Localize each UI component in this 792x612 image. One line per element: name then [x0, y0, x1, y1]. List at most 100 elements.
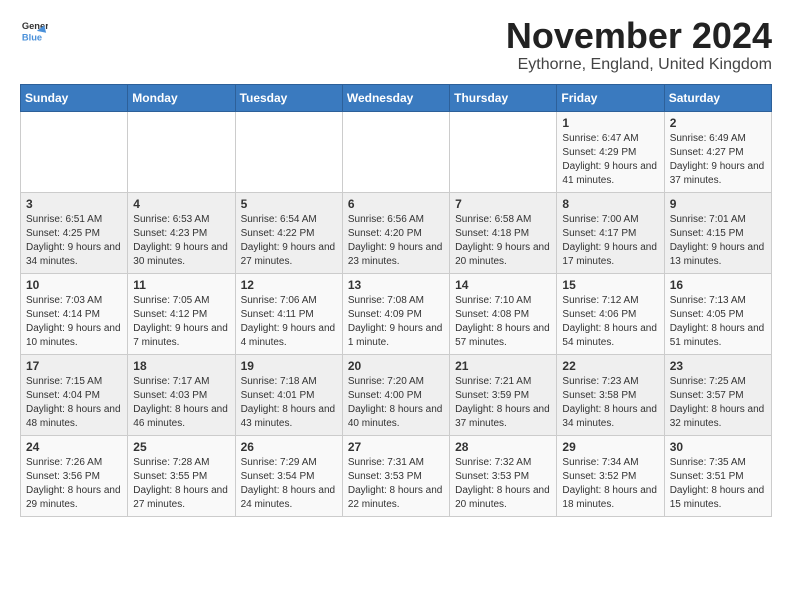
day-number: 20: [348, 359, 444, 373]
day-cell: [235, 111, 342, 192]
day-number: 19: [241, 359, 337, 373]
day-info: Sunrise: 7:18 AMSunset: 4:01 PMDaylight:…: [241, 375, 337, 431]
day-number: 6: [348, 197, 444, 211]
day-number: 8: [562, 197, 658, 211]
location-title: Eythorne, England, United Kingdom: [506, 56, 772, 74]
week-row-1: 1 Sunrise: 6:47 AMSunset: 4:29 PMDaylight…: [21, 111, 772, 192]
day-info: Sunrise: 7:31 AMSunset: 3:53 PMDaylight:…: [348, 456, 444, 512]
day-cell: 16 Sunrise: 7:13 AMSunset: 4:05 PMDayligh…: [664, 273, 771, 354]
day-number: 26: [241, 440, 337, 454]
day-info: Sunrise: 6:47 AMSunset: 4:29 PMDaylight:…: [562, 132, 658, 188]
day-cell: 7Sunrise: 6:58 AMSunset: 4:18 PMDaylight…: [450, 192, 557, 273]
day-info: Sunrise: 6:49 AMSunset: 4:27 PMDaylight:…: [670, 132, 766, 188]
day-info: Sunrise: 7:25 AMSunset: 3:57 PMDaylight:…: [670, 375, 766, 431]
day-info: Sunrise: 7:32 AMSunset: 3:53 PMDaylight:…: [455, 456, 551, 512]
day-info: Sunrise: 7:15 AMSunset: 4:04 PMDaylight:…: [26, 375, 122, 431]
day-info: Sunrise: 7:29 AMSunset: 3:54 PMDaylight:…: [241, 456, 337, 512]
day-cell: [21, 111, 128, 192]
day-cell: 24 Sunrise: 7:26 AMSunset: 3:56 PMDayligh…: [21, 435, 128, 516]
day-info: Sunrise: 7:03 AMSunset: 4:14 PMDaylight:…: [26, 294, 122, 350]
day-number: 9: [670, 197, 766, 211]
day-cell: 1 Sunrise: 6:47 AMSunset: 4:29 PMDaylight…: [557, 111, 664, 192]
logo: General Blue: [20, 16, 48, 44]
day-info: Sunrise: 7:23 AMSunset: 3:58 PMDaylight:…: [562, 375, 658, 431]
day-info: Sunrise: 7:34 AMSunset: 3:52 PMDaylight:…: [562, 456, 658, 512]
day-number: 30: [670, 440, 766, 454]
day-cell: 20 Sunrise: 7:20 AMSunset: 4:00 PMDayligh…: [342, 354, 449, 435]
day-info: Sunrise: 7:13 AMSunset: 4:05 PMDaylight:…: [670, 294, 766, 350]
day-cell: 10 Sunrise: 7:03 AMSunset: 4:14 PMDayligh…: [21, 273, 128, 354]
day-cell: [128, 111, 235, 192]
day-cell: 15 Sunrise: 7:12 AMSunset: 4:06 PMDayligh…: [557, 273, 664, 354]
day-info: Sunrise: 7:17 AMSunset: 4:03 PMDaylight:…: [133, 375, 229, 431]
day-number: 13: [348, 278, 444, 292]
weekday-header-monday: Monday: [128, 84, 235, 111]
weekday-header-thursday: Thursday: [450, 84, 557, 111]
day-number: 16: [670, 278, 766, 292]
day-info: Sunrise: 7:26 AMSunset: 3:56 PMDaylight:…: [26, 456, 122, 512]
day-cell: 29 Sunrise: 7:34 AMSunset: 3:52 PMDayligh…: [557, 435, 664, 516]
day-number: 17: [26, 359, 122, 373]
day-cell: 6 Sunrise: 6:56 AMSunset: 4:20 PMDaylight…: [342, 192, 449, 273]
weekday-header-sunday: Sunday: [21, 84, 128, 111]
day-cell: 2 Sunrise: 6:49 AMSunset: 4:27 PMDaylight…: [664, 111, 771, 192]
day-cell: 5 Sunrise: 6:54 AMSunset: 4:22 PMDaylight…: [235, 192, 342, 273]
calendar-table: SundayMondayTuesdayWednesdayThursdayFrid…: [20, 84, 772, 517]
day-info: Sunrise: 6:58 AMSunset: 4:18 PMDaylight:…: [455, 213, 551, 269]
day-cell: 27 Sunrise: 7:31 AMSunset: 3:53 PMDayligh…: [342, 435, 449, 516]
day-cell: 9 Sunrise: 7:01 AMSunset: 4:15 PMDaylight…: [664, 192, 771, 273]
day-cell: 3Sunrise: 6:51 AMSunset: 4:25 PMDaylight…: [21, 192, 128, 273]
week-row-5: 24 Sunrise: 7:26 AMSunset: 3:56 PMDayligh…: [21, 435, 772, 516]
day-info: Sunrise: 7:01 AMSunset: 4:15 PMDaylight:…: [670, 213, 766, 269]
day-info: Sunrise: 7:08 AMSunset: 4:09 PMDaylight:…: [348, 294, 444, 350]
month-title: November 2024: [506, 16, 772, 56]
day-number: 1: [562, 116, 658, 130]
day-cell: 30Sunrise: 7:35 AMSunset: 3:51 PMDayligh…: [664, 435, 771, 516]
weekday-header-wednesday: Wednesday: [342, 84, 449, 111]
day-cell: 14 Sunrise: 7:10 AMSunset: 4:08 PMDayligh…: [450, 273, 557, 354]
weekday-header-tuesday: Tuesday: [235, 84, 342, 111]
day-number: 2: [670, 116, 766, 130]
day-number: 4: [133, 197, 229, 211]
day-cell: 28 Sunrise: 7:32 AMSunset: 3:53 PMDayligh…: [450, 435, 557, 516]
day-cell: [342, 111, 449, 192]
day-number: 28: [455, 440, 551, 454]
day-cell: 17 Sunrise: 7:15 AMSunset: 4:04 PMDayligh…: [21, 354, 128, 435]
day-number: 22: [562, 359, 658, 373]
day-cell: 13 Sunrise: 7:08 AMSunset: 4:09 PMDayligh…: [342, 273, 449, 354]
day-info: Sunrise: 7:10 AMSunset: 4:08 PMDaylight:…: [455, 294, 551, 350]
header-area: General Blue November 2024 Eythorne, Eng…: [20, 16, 772, 74]
week-row-3: 10 Sunrise: 7:03 AMSunset: 4:14 PMDayligh…: [21, 273, 772, 354]
title-block: November 2024 Eythorne, England, United …: [506, 16, 772, 74]
day-info: Sunrise: 6:53 AMSunset: 4:23 PMDaylight:…: [133, 213, 229, 269]
day-number: 27: [348, 440, 444, 454]
day-number: 24: [26, 440, 122, 454]
day-number: 10: [26, 278, 122, 292]
week-row-2: 3Sunrise: 6:51 AMSunset: 4:25 PMDaylight…: [21, 192, 772, 273]
day-info: Sunrise: 6:51 AMSunset: 4:25 PMDaylight:…: [26, 213, 122, 269]
day-cell: 22 Sunrise: 7:23 AMSunset: 3:58 PMDayligh…: [557, 354, 664, 435]
day-number: 5: [241, 197, 337, 211]
day-info: Sunrise: 7:00 AMSunset: 4:17 PMDaylight:…: [562, 213, 658, 269]
day-cell: 12 Sunrise: 7:06 AMSunset: 4:11 PMDayligh…: [235, 273, 342, 354]
day-info: Sunrise: 7:05 AMSunset: 4:12 PMDaylight:…: [133, 294, 229, 350]
day-info: Sunrise: 6:56 AMSunset: 4:20 PMDaylight:…: [348, 213, 444, 269]
day-info: Sunrise: 6:54 AMSunset: 4:22 PMDaylight:…: [241, 213, 337, 269]
day-cell: 21Sunrise: 7:21 AMSunset: 3:59 PMDayligh…: [450, 354, 557, 435]
day-info: Sunrise: 7:28 AMSunset: 3:55 PMDaylight:…: [133, 456, 229, 512]
day-number: 11: [133, 278, 229, 292]
day-info: Sunrise: 7:06 AMSunset: 4:11 PMDaylight:…: [241, 294, 337, 350]
day-cell: 25Sunrise: 7:28 AMSunset: 3:55 PMDayligh…: [128, 435, 235, 516]
day-info: Sunrise: 7:20 AMSunset: 4:00 PMDaylight:…: [348, 375, 444, 431]
day-number: 15: [562, 278, 658, 292]
day-info: Sunrise: 7:12 AMSunset: 4:06 PMDaylight:…: [562, 294, 658, 350]
day-cell: 18 Sunrise: 7:17 AMSunset: 4:03 PMDayligh…: [128, 354, 235, 435]
logo-icon: General Blue: [20, 16, 48, 44]
day-number: 29: [562, 440, 658, 454]
day-number: 23: [670, 359, 766, 373]
day-number: 12: [241, 278, 337, 292]
weekday-header-saturday: Saturday: [664, 84, 771, 111]
day-number: 18: [133, 359, 229, 373]
day-number: 14: [455, 278, 551, 292]
day-cell: 19 Sunrise: 7:18 AMSunset: 4:01 PMDayligh…: [235, 354, 342, 435]
